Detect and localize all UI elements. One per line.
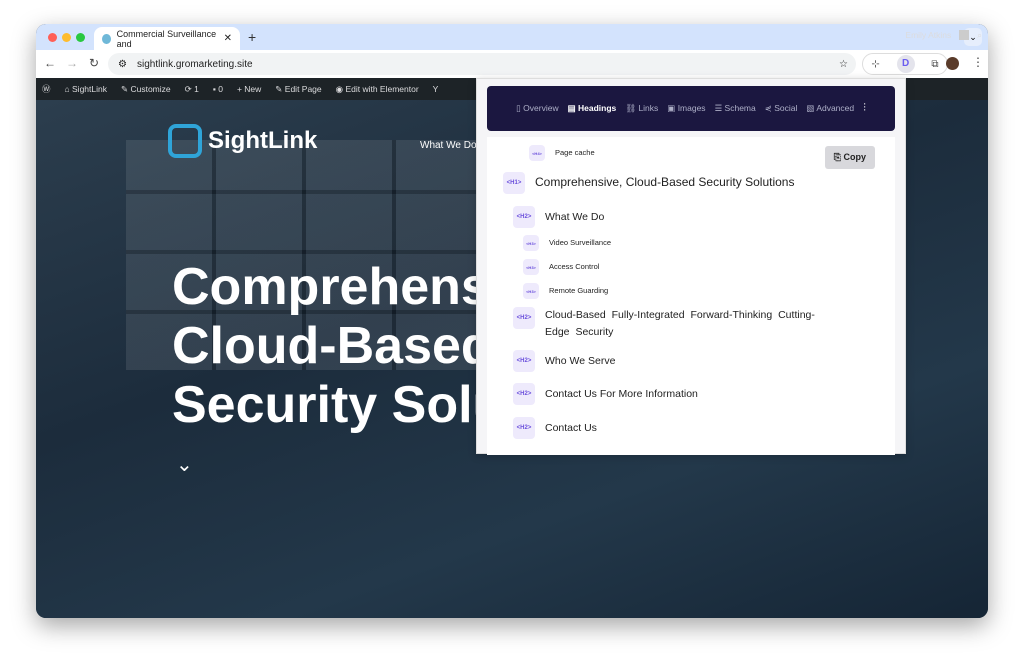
chevron-down-icon[interactable]: ⌄ [176, 452, 193, 477]
heading-tag-badge: <H2> [513, 307, 535, 329]
browser-tab[interactable]: Commercial Surveillance and ✕ [94, 27, 240, 50]
tab-images[interactable]: ▣ Images [667, 103, 705, 114]
url-text: sightlink.gromarketing.site [136, 58, 253, 70]
heading-text: Remote Guarding [549, 286, 609, 295]
back-button[interactable]: ← [44, 56, 56, 70]
wp-edit-page-link[interactable]: ✎ Edit Page [275, 84, 321, 95]
bookmark-star-icon[interactable]: ☆ [839, 59, 848, 70]
copy-button[interactable]: ⎘ Copy [824, 146, 875, 169]
forward-button[interactable]: → [66, 56, 78, 70]
heading-tag-badge: <H3> [523, 283, 539, 299]
heading-text: Who We Serve [545, 354, 616, 367]
heading-text: Page cache [555, 148, 595, 157]
wp-comments-link[interactable]: ▪ 0 [213, 84, 223, 94]
heading-item[interactable]: <H3> Remote Guarding [523, 283, 608, 299]
heading-item[interactable]: <H2> Cloud-Based Fully-Integrated Forward… [513, 307, 833, 341]
heading-item[interactable]: <H4> Page cache [529, 145, 595, 161]
wp-user-name[interactable]: Emily Atkins [905, 30, 951, 40]
heading-tag-badge: <H2> [513, 350, 535, 372]
headings-list: ⎘ Copy <H4> Page cache <H1> Comprehensive, … [487, 137, 895, 455]
tab-bar: Commercial Surveillance and ✕ + ⌄ [36, 24, 988, 50]
heading-tag-badge: <H2> [513, 417, 535, 439]
site-info-icon[interactable]: ⚙ [118, 59, 127, 70]
wp-site-link[interactable]: ⌂ SightLink [65, 84, 107, 94]
heading-item[interactable]: <H3> Access Control [523, 259, 599, 275]
maximize-window-button[interactable] [76, 33, 85, 42]
extensions-area: ⊹ D ⧉ [862, 53, 948, 75]
heading-text: Contact Us For More Information [545, 387, 698, 400]
tab-title: Commercial Surveillance and [116, 28, 217, 49]
heading-item[interactable]: <H2> Contact Us For More Information [513, 383, 698, 405]
settings-sliders-icon[interactable]: ⫶ [863, 102, 866, 115]
extension-icon[interactable]: ⊹ [871, 59, 879, 70]
new-tab-button[interactable]: + [248, 29, 256, 45]
tab-headings[interactable]: ▤ Headings [568, 103, 617, 114]
heading-tag-badge: <H2> [513, 206, 535, 228]
heading-item[interactable]: <H2> What We Do [513, 206, 604, 228]
heading-text: Access Control [549, 262, 600, 271]
kebab-menu-icon[interactable]: ⋮ [972, 55, 984, 69]
heading-item[interactable]: <H1> Comprehensive, Cloud-Based Security … [503, 172, 794, 194]
address-bar[interactable]: ⚙ sightlink.gromarketing.site ☆ [108, 53, 856, 75]
extension-d-button[interactable]: D [896, 55, 915, 73]
wp-new-link[interactable]: + New [237, 84, 261, 94]
wp-elementor-link[interactable]: ◉ Edit with Elementor [336, 84, 419, 95]
wp-updates-link[interactable]: ⟳ 1 [185, 84, 199, 95]
heading-tag-badge: <H3> [523, 235, 539, 251]
close-tab-icon[interactable]: ✕ [224, 33, 232, 44]
user-avatar[interactable] [959, 30, 970, 40]
panel-tabs: ▯ Overview ▤ Headings ⛓ Links ▣ Images ☰… [487, 86, 895, 131]
heading-item[interactable]: <H3> Video Surveillance [523, 235, 611, 251]
browser-toolbar: ← → ↻ ⚙ sightlink.gromarketing.site ☆ ⊹ … [36, 50, 988, 78]
favicon-icon [102, 33, 111, 44]
reload-button[interactable]: ↻ [89, 56, 99, 70]
profile-avatar[interactable] [946, 57, 959, 70]
heading-item[interactable]: <H2> Who We Serve [513, 350, 615, 372]
heading-text: Video Surveillance [549, 238, 611, 247]
heading-item[interactable]: <H2> Contact Us [513, 417, 597, 439]
nav-what-we-do[interactable]: What We Do [420, 140, 477, 151]
close-window-button[interactable] [48, 33, 57, 42]
yoast-icon[interactable]: Y [433, 84, 439, 94]
heading-text: What We Do [545, 210, 605, 223]
puzzle-icon[interactable]: ⧉ [931, 59, 938, 70]
tab-links[interactable]: ⛓ Links [625, 103, 658, 114]
search-icon[interactable]: ⌕ [977, 30, 982, 41]
heading-text: Contact Us [545, 421, 597, 434]
tab-advanced[interactable]: ▧ Advanced [806, 103, 854, 114]
logo-mark-icon [168, 124, 202, 158]
tab-social[interactable]: ⋞ Social [765, 103, 798, 114]
wp-customize-link[interactable]: ✎ Customize [121, 84, 171, 95]
heading-tag-badge: <H4> [529, 145, 545, 161]
tab-overview[interactable]: ▯ Overview [516, 103, 558, 114]
heading-text: Comprehensive, Cloud-Based Security Solu… [535, 175, 795, 190]
minimize-window-button[interactable] [62, 33, 71, 42]
seo-extension-panel: ▯ Overview ▤ Headings ⛓ Links ▣ Images ☰… [476, 78, 906, 455]
site-logo[interactable]: SightLink [168, 124, 317, 158]
heading-tag-badge: <H3> [523, 259, 539, 275]
heading-tag-badge: <H2> [513, 383, 535, 405]
wordpress-logo-icon[interactable]: Ⓦ [42, 83, 51, 95]
tab-schema[interactable]: ☰ Schema [715, 103, 756, 114]
heading-tag-badge: <H1> [503, 172, 525, 194]
heading-text: Cloud-Based Fully-Integrated Forward-Thi… [545, 309, 815, 338]
